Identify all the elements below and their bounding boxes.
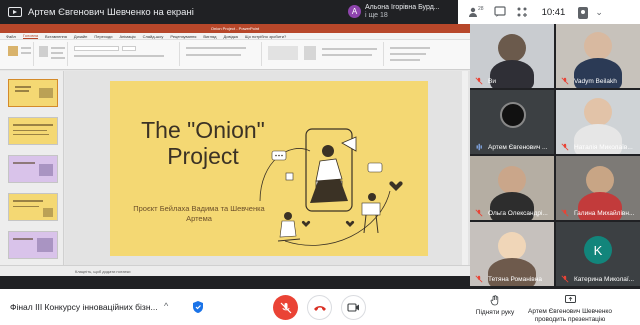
mic-toggle-button[interactable] [273,295,298,320]
mic-off-icon [475,275,483,283]
slide-illustration [259,128,403,246]
ribbon-group-paragraph [182,42,262,66]
meet-window: Артем Євгенович Шевченко на екрані А Аль… [0,0,640,325]
notes-placeholder: Клацніть, щоб додати нотатки [75,268,131,274]
clock: 10:41 [541,6,566,18]
participant-name: Vadym Beilakh [574,78,617,85]
participant-name: Ви [488,78,496,85]
top-bar: Артем Євгенович Шевченко на екрані А Аль… [0,0,640,24]
participant-tile[interactable]: Vadym Beilakh [556,24,640,88]
ppt-tab-search[interactable]: Що потрібно зробити? [245,34,286,39]
mic-off-icon [475,209,483,217]
mic-off-icon [561,209,569,217]
ppt-tab-home[interactable]: Головна [22,33,39,39]
slide-thumbnail-3[interactable] [8,155,58,183]
hand-icon [490,295,499,306]
participant-name: Ольга Олександрі... [488,210,548,217]
participant-tile[interactable]: Ви [470,24,554,88]
slide-scrollbar[interactable] [462,71,468,265]
ppt-ribbon-tabs: Файл Головна Вставлення Дизайн Переходи … [0,33,470,40]
slide-thumbnail-5[interactable] [8,231,58,259]
current-slide[interactable]: The "Onion" Project Проєкт Бейлаха Вадим… [110,81,428,256]
presenter-title: Артем Євгенович Шевченко на екрані [28,6,194,18]
people-icon[interactable] [468,6,480,18]
camera-icon [347,303,359,312]
mic-off-icon [280,302,291,313]
participant-avatar: K [584,236,612,264]
presentation-button[interactable]: Артем Євгенович Шевченко проводить презе… [524,295,616,324]
join-notification[interactable]: А Альона Ігорівна Бурд... і ще 18 [348,1,440,22]
ppt-tab[interactable]: Переходи [94,34,112,39]
ribbon-group-font [70,42,180,66]
top-tray: 28 10:41 ⌄ [458,0,640,24]
slide-thumbnails [0,71,64,265]
ribbon-group-clipboard [4,42,34,66]
participant-tile[interactable]: Галина Михайлівн... [556,156,640,220]
presenting-label: Артем Євгенович Шевченко проводить презе… [528,308,612,323]
participant-name: Артем Євгенович ... [488,144,548,151]
participant-name: Тетяна Романівна [488,276,542,283]
slide-thumbnail-4[interactable] [8,193,58,221]
ppt-tab[interactable]: Дизайн [74,34,87,39]
shield-icon[interactable] [192,300,204,314]
meeting-name[interactable]: Фінал III Конкурсу інноваційних бізн... [10,302,158,312]
mic-off-icon [475,77,483,85]
participant-name: Наталія Миколаїв... [574,144,633,151]
slide-thumbnail-2[interactable] [8,117,58,145]
ribbon-group-slides [36,42,68,66]
end-call-button[interactable] [307,295,332,320]
raise-hand-label: Підняти руку [475,309,515,316]
ribbon-group-editing [386,42,464,66]
ppt-tab[interactable]: Вигляд [203,34,216,39]
mic-off-icon [561,275,569,283]
ppt-title-bar: Onion Project - PowerPoint [0,24,470,33]
chat-icon[interactable] [493,6,506,18]
participant-name: Галина Михайлівн... [574,210,635,217]
participant-name: Катерина Миколаї... [574,276,635,283]
participant-tile[interactable]: K Катерина Миколаї... [556,222,640,286]
hang-up-icon [313,305,326,311]
ppt-tab[interactable]: Рецензування [170,34,196,39]
ppt-tab[interactable]: Файл [6,34,16,39]
ribbon-group-drawing [264,42,384,66]
ppt-ribbon [0,40,470,70]
notification-more: і ще 18 [365,11,388,19]
presenter-indicator: Артем Євгенович Шевченко на екрані [8,0,194,24]
participants-grid: Ви Vadym Beilakh Артем Євгенович ... Нат… [470,24,640,289]
participant-tile[interactable]: Ольга Олександрі... [470,156,554,220]
ppt-notes-bar[interactable]: Клацніть, щоб додати нотатки [0,265,470,276]
raise-hand-button[interactable]: Підняти руку [472,295,518,317]
shared-screen: Onion Project - PowerPoint Файл Головна … [0,24,470,276]
ppt-tab[interactable]: Довідка [224,34,238,39]
mic-off-icon [561,143,569,151]
chevron-down-icon[interactable]: ⌄ [595,7,603,18]
chevron-up-icon[interactable]: ^ [164,301,168,311]
participant-tile[interactable]: Тетяна Романівна [470,222,554,286]
camera-toggle-button[interactable] [341,295,366,320]
ppt-tab[interactable]: Анімація [119,34,135,39]
slide-thumbnail-1[interactable] [8,79,58,107]
present-icon [564,295,576,303]
self-view-icon[interactable] [577,6,589,19]
participant-tile[interactable]: Наталія Миколаїв... [556,90,640,154]
present-screen-icon [8,7,22,17]
speaking-icon [476,143,482,151]
notification-name: Альона Ігорівна Бурд... [365,3,440,11]
ppt-tab[interactable]: Вставлення [45,34,67,39]
mic-off-icon [561,77,569,85]
slide-canvas: The "Onion" Project Проєкт Бейлаха Вадим… [65,71,470,265]
ppt-tab[interactable]: Слайд-шоу [143,34,164,39]
activities-icon[interactable] [516,6,528,18]
participant-tile[interactable]: Артем Євгенович ... [470,90,554,154]
bottom-bar: Фінал III Конкурсу інноваційних бізн... … [0,289,640,325]
notification-avatar: А [348,5,361,18]
